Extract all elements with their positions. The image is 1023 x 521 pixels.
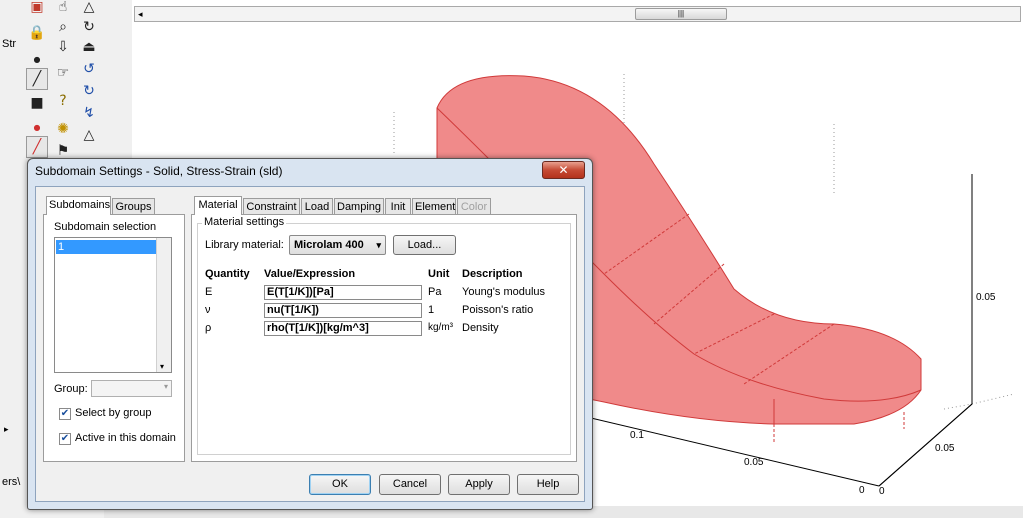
material-panel: Material settings Library material: Micr…	[191, 214, 577, 462]
point-red-icon[interactable]: ●	[26, 116, 48, 138]
group-select[interactable]: ▾	[91, 380, 172, 397]
scroll-down-icon[interactable]: ▾	[160, 362, 164, 371]
library-material-value: Microlam 400	[294, 239, 364, 251]
chevron-down-icon: ▾	[376, 240, 381, 250]
lock-icon[interactable]: 🔒	[26, 22, 48, 44]
point-icon[interactable]: ●	[26, 48, 48, 70]
density-field[interactable]: rho(T[1/K])[kg/m^3]	[264, 321, 422, 336]
quantity-rho: ρ	[205, 322, 212, 334]
tab-groups[interactable]: Groups	[112, 198, 155, 215]
tab-material[interactable]: Material	[194, 196, 242, 215]
y-tick-label-1: 0.05	[935, 443, 955, 454]
x-tick-label-3: 0	[859, 485, 865, 496]
z-tick-label: 0.05	[976, 292, 996, 303]
select-by-group-label: Select by group	[75, 407, 152, 419]
select-by-group-checkbox[interactable]: ✔	[59, 408, 71, 420]
unit-header: Unit	[428, 268, 450, 280]
help-icon[interactable]: ?	[52, 90, 74, 112]
help-button[interactable]: Help	[517, 474, 579, 495]
description-header: Description	[462, 268, 523, 280]
tab-damping[interactable]: Damping	[334, 198, 384, 215]
group-label: Group:	[54, 383, 88, 395]
active-in-domain-label: Active in this domain	[75, 432, 176, 444]
tab-init[interactable]: Init	[385, 198, 411, 215]
spiral-icon[interactable]: ↯	[78, 102, 100, 124]
rotate-icon[interactable]: ↻	[78, 16, 100, 38]
strip-arrow-icon[interactable]: ▸	[4, 424, 9, 435]
horizontal-scrollbar[interactable]: ◂ |||	[134, 6, 1021, 22]
tab-element[interactable]: Element	[412, 198, 456, 215]
library-material-label: Library material:	[205, 239, 284, 251]
scroll-left-icon[interactable]: ◂	[138, 7, 143, 21]
unit-nu: 1	[428, 304, 435, 316]
quantity-nu: ν	[205, 304, 211, 316]
x-tick-label-2: 0.05	[744, 457, 764, 468]
subdomain-selection-label: Subdomain selection	[54, 221, 157, 233]
dialog-title: Subdomain Settings - Solid, Stress-Strai…	[35, 164, 283, 178]
poissons-ratio-field[interactable]: nu(T[1/K])	[264, 303, 422, 318]
description-rho: Density	[462, 322, 499, 334]
material-settings-label: Material settings	[202, 216, 287, 228]
quantity-header: Quantity	[205, 268, 250, 280]
y-tick-label-2: 0	[879, 486, 885, 497]
tab-constraint[interactable]: Constraint	[243, 198, 300, 215]
eraser-icon[interactable]: ⏏	[78, 36, 100, 58]
select-icon[interactable]: ☞	[52, 62, 74, 84]
light-icon[interactable]: ✺	[52, 118, 74, 140]
close-button[interactable]: ✕	[542, 161, 585, 179]
load-button[interactable]: Load...	[393, 235, 456, 255]
description-e: Young's modulus	[462, 286, 546, 298]
square-icon[interactable]: ■	[26, 92, 48, 114]
library-material-select[interactable]: Microlam 400 ▾	[289, 235, 386, 255]
tab-subdomains[interactable]: Subdomains	[46, 196, 111, 215]
subdomains-panel: Subdomain selection 1 ▾ Group: ▾ ✔ Selec…	[43, 214, 185, 462]
save-icon[interactable]: ▣	[26, 0, 48, 18]
scroll-thumb[interactable]: |||	[635, 8, 727, 20]
dialog-body: Subdomains Groups Subdomain selection 1 …	[35, 186, 585, 502]
material-settings-group	[197, 223, 571, 455]
strip-text-top: Str	[2, 38, 17, 50]
unit-rho: kg/m³	[428, 322, 453, 333]
line-icon[interactable]: ╱	[26, 68, 48, 90]
ok-button[interactable]: OK	[309, 474, 371, 495]
list-item[interactable]: 1	[56, 240, 158, 254]
youngs-modulus-field[interactable]: E(T[1/K])[Pa]	[264, 285, 422, 300]
left-panel-strip: Str ers\ ▸	[0, 0, 25, 518]
tab-color: Color	[457, 198, 491, 215]
zoom-icon[interactable]: ⌕	[52, 16, 74, 38]
apply-button[interactable]: Apply	[448, 474, 510, 495]
x-tick-label-1: 0.1	[630, 430, 644, 441]
subdomain-settings-dialog: Subdomain Settings - Solid, Stress-Strai…	[27, 158, 593, 510]
description-nu: Poisson's ratio	[462, 304, 534, 316]
listbox-scrollbar[interactable]: ▾	[156, 238, 171, 372]
unit-e: Pa	[428, 286, 442, 298]
quantity-e: E	[205, 286, 213, 298]
strip-text-bottom: ers\	[2, 476, 21, 488]
line-red-icon[interactable]: ╱	[26, 136, 48, 158]
move-down-icon[interactable]: ⇩	[52, 36, 74, 58]
active-in-domain-checkbox[interactable]: ✔	[59, 433, 71, 445]
undo-icon[interactable]: ↺	[78, 58, 100, 80]
tab-load[interactable]: Load	[301, 198, 333, 215]
value-header: Value/Expression	[264, 268, 356, 280]
redo-icon[interactable]: ↻	[78, 80, 100, 102]
warning-icon[interactable]: △	[78, 124, 100, 146]
chevron-down-icon: ▾	[163, 382, 168, 391]
cancel-button[interactable]: Cancel	[379, 474, 441, 495]
subdomain-listbox[interactable]: 1 ▾	[54, 237, 172, 373]
